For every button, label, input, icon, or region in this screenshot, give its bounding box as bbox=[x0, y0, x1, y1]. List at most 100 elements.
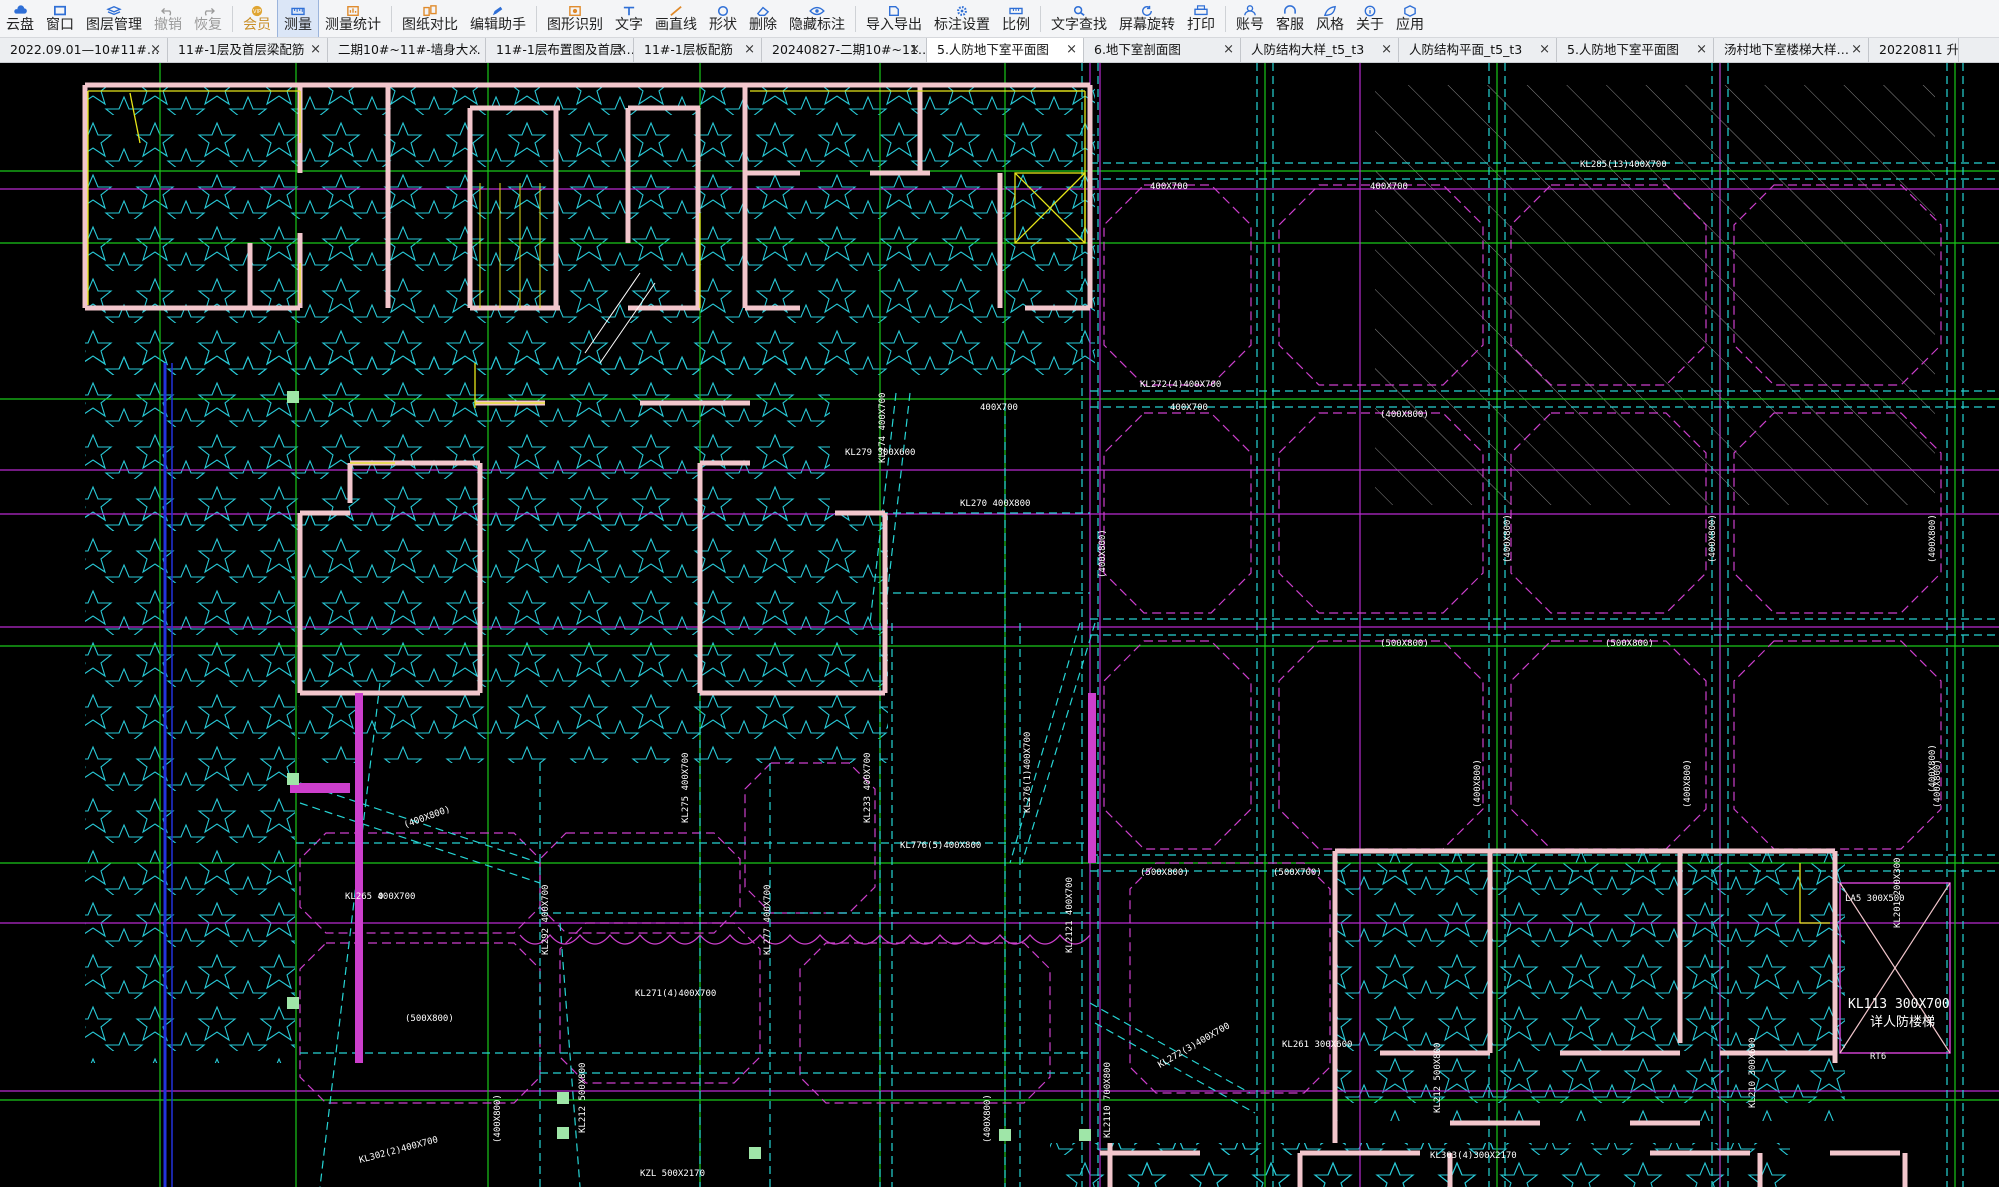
toolbar-label: 文字 bbox=[615, 17, 643, 33]
annotation-settings-button[interactable]: 标注设置 bbox=[928, 0, 996, 37]
dimension-label: (500X700) bbox=[1273, 868, 1322, 878]
dimension-label: (400X800) bbox=[1928, 514, 1938, 563]
toolbar-label: 文字查找 bbox=[1051, 17, 1107, 33]
document-tab[interactable]: 人防结构大样_t5_t3 × bbox=[1241, 38, 1399, 62]
document-tab[interactable]: 5.人防地下室平面图 × bbox=[1557, 38, 1714, 62]
document-tab[interactable]: 20240827-二期10#~11… × bbox=[762, 38, 927, 62]
dimension-label: (500X800) bbox=[1140, 868, 1189, 878]
toolbar-label: 屏幕旋转 bbox=[1119, 17, 1175, 33]
document-tab[interactable]: 6.地下室剖面图 × bbox=[1084, 38, 1241, 62]
document-tab[interactable]: 11#-1层布置图及首层… × bbox=[486, 38, 634, 62]
printer-icon bbox=[1192, 5, 1210, 17]
cad-drawing[interactable]: KL285(13)400X700 400X700 400X700 KL272(4)40… bbox=[0, 63, 1999, 1187]
undo-button[interactable]: 撤销 bbox=[148, 0, 188, 37]
style-icon bbox=[1321, 5, 1339, 17]
dimension-label: KL279 300X600 bbox=[845, 448, 915, 458]
close-icon[interactable]: × bbox=[1223, 38, 1234, 62]
close-icon[interactable]: × bbox=[468, 38, 479, 62]
column bbox=[999, 1129, 1011, 1141]
dimension-label: (500X800) bbox=[1605, 639, 1654, 649]
close-icon[interactable]: × bbox=[1696, 38, 1707, 62]
drawing-canvas[interactable]: KL285(13)400X700 400X700 400X700 KL272(4)40… bbox=[0, 63, 1999, 1187]
edit-assistant-button[interactable]: 编辑助手 bbox=[464, 0, 532, 37]
dimension-label: KL776(5)400X800 bbox=[900, 841, 981, 851]
document-tab[interactable]: 人防结构平面_t5_t3 × bbox=[1399, 38, 1557, 62]
close-icon[interactable]: × bbox=[744, 38, 755, 62]
dimension-label: 400X700 bbox=[1150, 182, 1188, 192]
cloud-drive-button[interactable]: 云盘 bbox=[0, 0, 40, 37]
scale-button[interactable]: 比例 bbox=[996, 0, 1036, 37]
magenta-wall bbox=[1088, 693, 1096, 863]
hatch-region bbox=[85, 513, 295, 1063]
dimension-label: 0 bbox=[378, 892, 383, 902]
close-icon[interactable]: × bbox=[150, 38, 161, 62]
document-tab[interactable]: 20220811 升龙曹 bbox=[1869, 38, 1959, 62]
measure-stats-button[interactable]: 测量统计 bbox=[319, 0, 387, 37]
close-icon[interactable]: × bbox=[1066, 38, 1077, 62]
tab-label: 汤村地下室楼梯大样… bbox=[1724, 42, 1850, 57]
close-icon[interactable]: × bbox=[1851, 38, 1862, 62]
toolbar-label: 打印 bbox=[1187, 17, 1215, 33]
slab-bay bbox=[1103, 640, 1252, 850]
toolbar-label: 账号 bbox=[1236, 17, 1264, 33]
svg-text:VIP: VIP bbox=[253, 9, 261, 15]
slab-bay bbox=[299, 832, 541, 934]
shape-tool-button[interactable]: 形状 bbox=[703, 0, 743, 37]
screen-rotate-button[interactable]: 屏幕旋转 bbox=[1113, 0, 1181, 37]
dimension-label: 详人防楼梯 bbox=[1870, 1014, 1935, 1030]
about-button[interactable]: 关于 bbox=[1350, 0, 1390, 37]
draw-line-button[interactable]: 画直线 bbox=[649, 0, 703, 37]
dimension-label: (400X800) bbox=[1683, 759, 1693, 808]
undo-icon bbox=[159, 5, 177, 17]
close-icon[interactable]: × bbox=[1381, 38, 1392, 62]
dimension-label: KL261 300X600 bbox=[1282, 1040, 1352, 1050]
close-icon[interactable]: × bbox=[310, 38, 321, 62]
document-tab[interactable]: 11#-1层及首层梁配筋 × bbox=[168, 38, 328, 62]
redo-button[interactable]: 恢复 bbox=[188, 0, 228, 37]
text-tool-button[interactable]: 文字 bbox=[609, 0, 649, 37]
apps-button[interactable]: 应用 bbox=[1390, 0, 1430, 37]
beam-line bbox=[559, 922, 581, 1187]
rotate-icon bbox=[1138, 5, 1156, 17]
stats-icon bbox=[344, 5, 362, 17]
document-tab[interactable]: 2022.09.01—10#11#… × bbox=[0, 38, 168, 62]
text-icon bbox=[620, 5, 638, 17]
drawing-compare-button[interactable]: 图纸对比 bbox=[396, 0, 464, 37]
document-tab[interactable]: 5.人防地下室平面图 × bbox=[927, 38, 1084, 62]
dimension-label: (400X800) bbox=[983, 1094, 993, 1143]
hide-annotation-button[interactable]: 隐藏标注 bbox=[783, 0, 851, 37]
customer-service-button[interactable]: 客服 bbox=[1270, 0, 1310, 37]
document-tab[interactable]: 汤村地下室楼梯大样… × bbox=[1714, 38, 1869, 62]
gear-icon bbox=[953, 5, 971, 17]
vip-button[interactable]: VIP 会员 bbox=[237, 0, 277, 37]
layer-manager-button[interactable]: 图层管理 bbox=[80, 0, 148, 37]
slab-bay bbox=[1733, 640, 1942, 850]
slab-bay bbox=[799, 942, 1051, 1104]
column bbox=[749, 1147, 761, 1159]
document-tab[interactable]: 11#-1层板配筋 × bbox=[634, 38, 762, 62]
print-button[interactable]: 打印 bbox=[1181, 0, 1221, 37]
column bbox=[287, 391, 299, 403]
window-button[interactable]: 窗口 bbox=[40, 0, 80, 37]
dimension-label: KL201 200X300 bbox=[1893, 858, 1903, 928]
dimension-label: 400X700 bbox=[1170, 403, 1208, 413]
text-search-button[interactable]: 文字查找 bbox=[1045, 0, 1113, 37]
document-tab[interactable]: 二期10#~11#-墙身大… × bbox=[328, 38, 486, 62]
toolbar-separator bbox=[1040, 6, 1041, 32]
import-export-button[interactable]: 导入导出 bbox=[860, 0, 928, 37]
close-icon[interactable]: × bbox=[1539, 38, 1550, 62]
account-button[interactable]: 账号 bbox=[1230, 0, 1270, 37]
toolbar-label: 画直线 bbox=[655, 17, 697, 33]
close-icon[interactable]: × bbox=[909, 38, 920, 62]
shape-recognition-button[interactable]: 图形识别 bbox=[541, 0, 609, 37]
delete-button[interactable]: 删除 bbox=[743, 0, 783, 37]
close-icon[interactable]: × bbox=[616, 38, 627, 62]
style-button[interactable]: 风格 bbox=[1310, 0, 1350, 37]
slab-bay bbox=[1129, 862, 1331, 1094]
dimension-label: (400X800) bbox=[1473, 759, 1483, 808]
info-icon bbox=[1361, 5, 1379, 17]
tab-label: 20240827-二期10#~11… bbox=[772, 42, 927, 57]
toolbar-separator bbox=[855, 6, 856, 32]
measure-button[interactable]: 测量 bbox=[277, 0, 319, 37]
dimension-label: KZL 500X2170 bbox=[640, 1169, 705, 1179]
